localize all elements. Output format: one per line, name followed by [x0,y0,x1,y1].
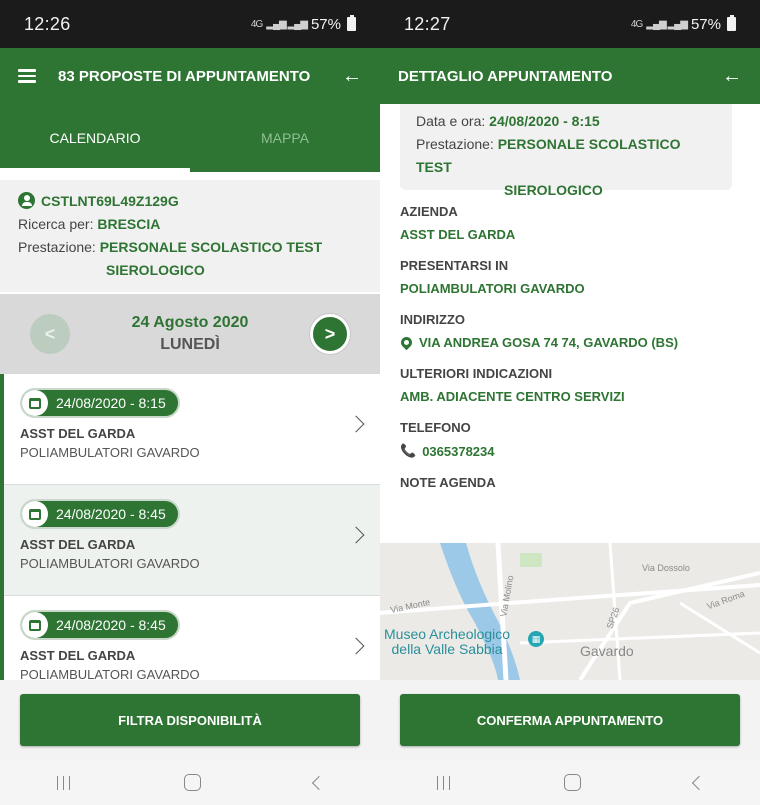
slot-company: ASST DEL GARDA [20,648,136,663]
signal-icon: ▂▄▆ ▂▄▆ [646,18,688,30]
battery-level: 57% [310,15,341,33]
screen-appointment-detail: 12:27 4G ▂▄▆ ▂▄▆ 57% DETTAGLIO APPUNTAME… [380,0,760,805]
slot-datetime-badge: 24/08/2020 - 8:45 [20,499,180,529]
status-bar: 12:27 4G ▂▄▆ ▂▄▆ 57% [380,0,760,48]
search-label: Ricerca per: [18,216,94,232]
service-label: Prestazione: [18,239,96,255]
battery-level: 57% [690,15,721,33]
battery-icon [727,15,736,31]
page-title: DETTAGLIO APPUNTAMENTO [398,67,613,85]
slot-company: ASST DEL GARDA [20,426,136,441]
datetime-value: 24/08/2020 - 8:15 [489,113,600,129]
address-link[interactable]: VIA ANDREA GOSA 74 74, GAVARDO (BS) [398,334,740,351]
ulteriori-value: AMB. ADIACENTE CENTRO SERVIZI [400,389,625,404]
note-agenda-label: NOTE AGENDA [400,475,496,490]
service-value-line2: SIEROLOGICO [106,262,205,278]
slot-list: 24/08/2020 - 8:15 ASST DEL GARDA POLIAMB… [0,374,380,680]
network-icon: 4G [250,18,263,30]
slot-location: POLIAMBULATORI GAVARDO [20,445,200,460]
back-icon[interactable] [311,775,326,790]
status-bar: 12:26 4G ▂▄▆ ▂▄▆ 57% [0,0,380,48]
app-bar: DETTAGLIO APPUNTAMENTO ← [380,48,760,104]
map-town-label: Gavardo [580,643,634,659]
service-value-line1: PERSONALE SCOLASTICO TEST [99,239,323,255]
back-arrow-icon[interactable]: ← [340,65,362,88]
current-weekday: LUNEDÌ [160,336,220,353]
map-poi-museum[interactable]: Museo Archeologico della Valle Sabbia [384,627,510,657]
phone-link[interactable]: 📞 0365378234 [400,443,740,459]
status-time: 12:27 [404,13,451,34]
network-icon: 4G [630,18,643,30]
fiscal-code: CSTLNT69L49Z129G [41,193,179,209]
signal-icon: ▂▄▆ ▂▄▆ [266,18,308,30]
recent-apps-icon[interactable] [56,775,71,790]
azienda-value: ASST DEL GARDA [400,227,516,242]
slot-item[interactable]: 24/08/2020 - 8:45 ASST DEL GARDA POLIAMB… [4,596,380,680]
battery-icon [347,15,356,31]
screen-proposals: 12:26 4G ▂▄▆ ▂▄▆ 57% 83 PROPOSTE DI APPU… [0,0,380,805]
page-title: 83 PROPOSTE DI APPUNTAMENTO [58,67,311,85]
phone-icon: 📞 [400,443,417,458]
slot-item[interactable]: 24/08/2020 - 8:45 ASST DEL GARDA POLIAMB… [4,485,380,596]
map-street-label: Via Dossolo [642,563,690,573]
telefono-label: TELEFONO [400,420,471,435]
telefono-value: 0365378234 [422,443,495,459]
current-date: 24 Agosto 2020 [131,314,249,331]
calendar-icon [22,612,48,638]
prev-day-button[interactable]: < [30,314,70,354]
confirm-appointment-button[interactable]: CONFERMA APPUNTAMENTO [400,694,740,746]
slot-location: POLIAMBULATORI GAVARDO [20,667,200,680]
slot-location: POLIAMBULATORI GAVARDO [20,556,200,571]
service-label: Prestazione: [416,136,494,152]
tab-calendario[interactable]: CALENDARIO [0,104,190,172]
map-streets [380,543,760,680]
azienda-label: AZIENDA [400,204,458,219]
indirizzo-label: INDIRIZZO [400,312,465,327]
system-nav-bar [0,760,380,805]
museum-icon: ▦ [528,631,544,647]
filter-availability-button[interactable]: FILTRA DISPONIBILITÀ [20,694,360,746]
datetime-label: Data e ora: [416,113,486,129]
appointment-details: AZIENDA ASST DEL GARDA PRESENTARSI IN PO… [398,204,740,490]
system-nav-bar [380,760,760,805]
appointment-summary: Data e ora: 24/08/2020 - 8:15 Prestazion… [400,104,732,198]
date-navigator: < 24 Agosto 2020 LUNEDÌ > [0,294,380,374]
slot-company: ASST DEL GARDA [20,537,136,552]
search-value: BRESCIA [97,216,161,232]
app-bar: 83 PROPOSTE DI APPUNTAMENTO ← [0,48,380,104]
map-pin-icon [398,334,415,351]
calendar-icon [22,501,48,527]
presentarsi-label: PRESENTARSI IN [400,258,509,273]
tab-mappa[interactable]: MAPPA [190,104,380,172]
ulteriori-label: ULTERIORI INDICAZIONI [400,366,553,381]
next-day-button[interactable]: > [309,314,350,354]
back-arrow-icon[interactable]: ← [720,65,742,88]
recent-apps-icon[interactable] [436,775,451,790]
slot-item[interactable]: 24/08/2020 - 8:15 ASST DEL GARDA POLIAMB… [4,374,380,485]
slot-datetime-badge: 24/08/2020 - 8:15 [20,388,180,418]
tab-bar: CALENDARIO MAPPA [0,104,380,172]
calendar-icon [22,390,48,416]
home-icon[interactable] [563,774,581,791]
presentarsi-value: POLIAMBULATORI GAVARDO [400,281,585,296]
status-time: 12:26 [24,13,71,34]
user-icon [18,192,35,209]
home-icon[interactable] [183,774,201,791]
service-value-line2: SIEROLOGICO [504,182,603,198]
location-map[interactable]: Via Dossolo Via Monte Via Molino SP26 Vi… [380,543,760,680]
search-summary: CSTLNT69L49Z129G Ricerca per: BRESCIA Pr… [0,180,380,292]
back-icon[interactable] [691,775,706,790]
indirizzo-value: VIA ANDREA GOSA 74 74, GAVARDO (BS) [419,335,679,350]
slot-datetime-badge: 24/08/2020 - 8:45 [20,610,180,640]
menu-icon[interactable] [18,69,36,83]
